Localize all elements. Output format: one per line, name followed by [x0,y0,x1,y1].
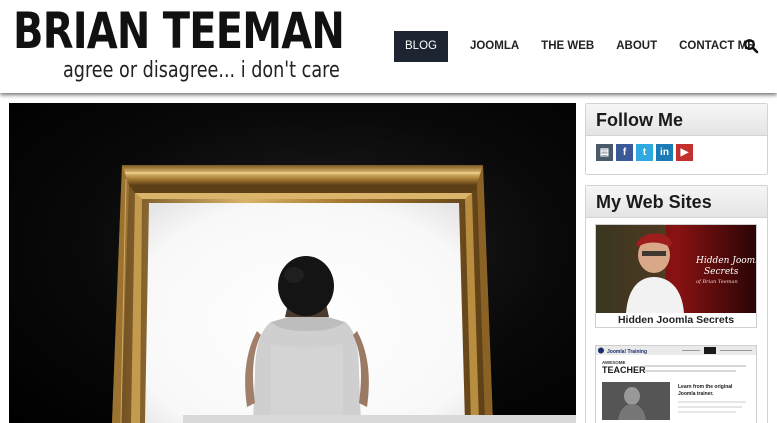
follow-me-widget: Follow Me ▤ f t in ▶ [585,103,768,175]
svg-text:of Brian Teeman: of Brian Teeman [696,279,738,285]
nav-item-joomla[interactable]: JOOMLA [470,31,519,62]
svg-text:TEACHER: TEACHER [602,365,646,375]
svg-text:Learn from the original: Learn from the original [678,384,733,390]
site-tagline: agree or disagree... i don't care [63,58,340,83]
site-header: BRIAN TEEMAN agree or disagree... i don'… [0,0,777,93]
site-card-hidden-joomla-secrets[interactable]: Hidden Joomla! Secrets of Brian Teeman H… [595,224,767,328]
my-web-sites-title: My Web Sites [586,186,767,218]
blog-icon[interactable]: ▤ [596,144,613,161]
site-name: BRIAN TEEMAN [13,2,345,60]
nav-item-blog[interactable]: BLOG [394,31,448,62]
social-links: ▤ f t in ▶ [586,136,767,161]
hero-image[interactable] [9,103,576,423]
svg-text:Secrets: Secrets [704,267,739,277]
hidden-joomla-secrets-caption: Hidden Joomla Secrets [617,314,735,326]
joomla-training-thumbnail: Joomla! Training AWESOME TEACHER Learn f… [596,346,756,423]
hidden-joomla-secrets-thumbnail: Hidden Joomla! Secrets of Brian Teeman [596,225,767,313]
twitter-icon[interactable]: t [636,144,653,161]
linkedin-icon[interactable]: in [656,144,673,161]
svg-text:Joomla! Training: Joomla! Training [607,349,647,355]
search-icon[interactable] [743,38,759,54]
follow-me-title: Follow Me [586,104,767,136]
nav-item-the-web[interactable]: THE WEB [541,31,594,62]
nav-item-about[interactable]: ABOUT [616,31,657,62]
sidebar: Follow Me ▤ f t in ▶ My Web Sites Hidden… [585,103,768,423]
main-nav: BLOG JOOMLA THE WEB ABOUT CONTACT ME [394,31,766,62]
site-card-joomla-training[interactable]: Joomla! Training AWESOME TEACHER Learn f… [595,345,757,423]
svg-text:Hidden Joomla!: Hidden Joomla! [695,256,756,266]
youtube-icon[interactable]: ▶ [676,144,693,161]
facebook-icon[interactable]: f [616,144,633,161]
site-logo[interactable]: BRIAN TEEMAN agree or disagree... i don'… [13,2,345,83]
svg-text:Joomla trainer.: Joomla trainer. [678,391,714,397]
